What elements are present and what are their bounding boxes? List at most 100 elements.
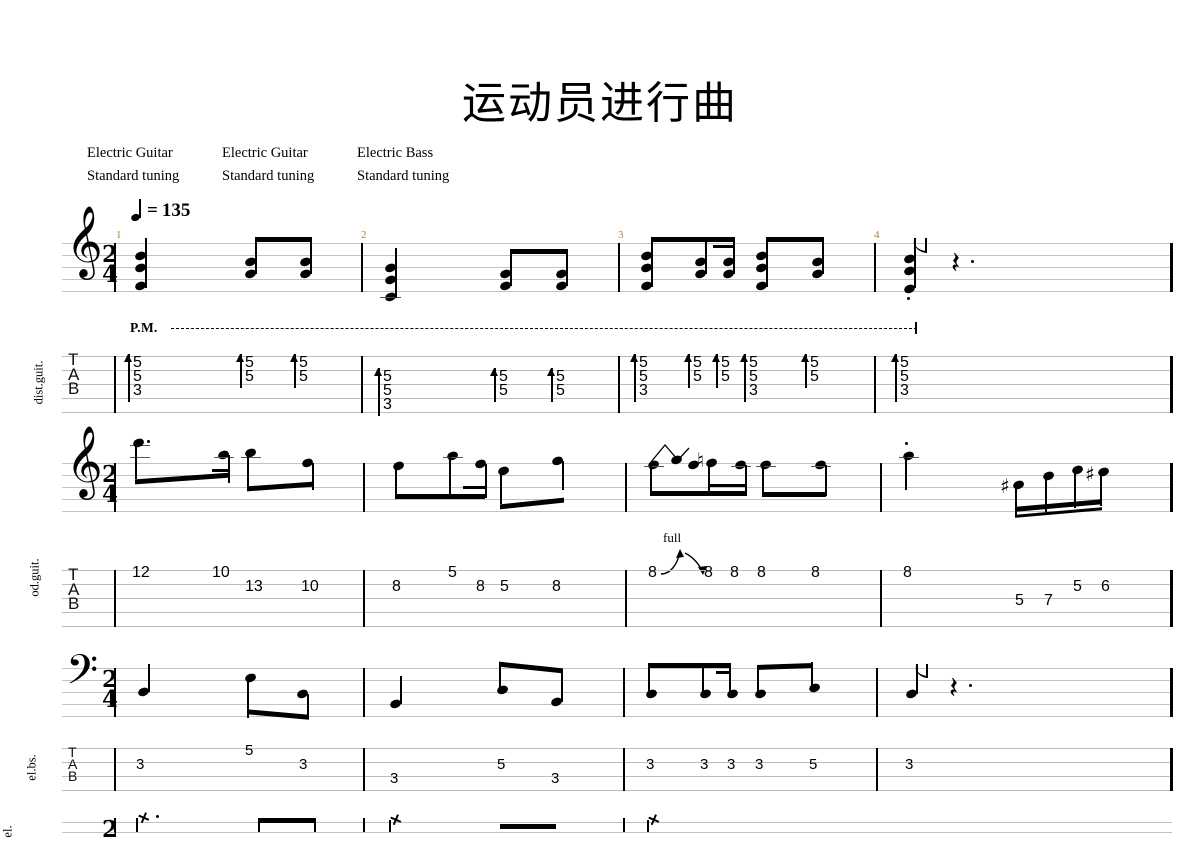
tab-fret-group: 5 5 <box>810 354 819 385</box>
notehead <box>758 459 772 471</box>
tab-fret: 5 <box>500 578 509 595</box>
tab-fret: 3 <box>136 756 145 773</box>
instrument-tuning: Standard tuning <box>87 168 180 184</box>
tab-fret: 10 <box>212 564 230 581</box>
notehead <box>445 450 459 462</box>
upstroke-icon <box>547 368 555 402</box>
tab-fret: 5 <box>448 564 457 581</box>
notehead <box>1070 464 1084 476</box>
tab-fret-group: 5 5 <box>556 368 565 399</box>
sharp-sign: ♯ <box>1085 462 1095 486</box>
tab-fret: 8 <box>757 564 766 581</box>
tab-fret: 8 <box>730 564 739 581</box>
tab-fret: 8 <box>811 564 820 581</box>
tab-fret-group: 5 5 <box>299 354 308 385</box>
tab-fret: 8 <box>648 564 657 581</box>
tab-fret: 5 <box>1015 592 1024 609</box>
notehead <box>698 688 712 700</box>
notehead <box>1041 470 1055 482</box>
tab-fret: 3 <box>551 770 560 787</box>
instrument-block-1: Electric Guitar Standard tuning <box>87 142 179 188</box>
tab-fret: 3 <box>299 756 308 773</box>
palm-mute-end <box>915 322 917 334</box>
instrument-tuning: Standard tuning <box>357 168 450 184</box>
staff-label-dist-guit: dist.guit. <box>31 360 46 405</box>
notehead <box>1011 479 1025 491</box>
upstroke-icon <box>630 354 638 402</box>
tab-fret: 8 <box>552 578 561 595</box>
page-title: 运动员进行曲 <box>462 78 738 129</box>
bend-arrow-icon <box>660 549 707 575</box>
measure-number: 2 <box>361 229 367 241</box>
tab-fret: 5 <box>497 756 506 773</box>
time-signature-2-4: 2 4 <box>101 461 118 508</box>
time-signature-2-4: 2 4 <box>101 241 118 288</box>
measure-number: 3 <box>618 229 624 241</box>
tab-fret: 7 <box>1044 592 1053 609</box>
tempo-equals: = <box>147 200 158 221</box>
upstroke-icon <box>374 368 382 416</box>
palm-mute-line <box>171 328 917 329</box>
tempo-marking: = 135 <box>130 199 190 223</box>
notehead <box>901 450 915 462</box>
palm-mute-label: P.M. <box>130 320 158 335</box>
tab-fret: 6 <box>1101 578 1110 595</box>
instrument-name: Electric Guitar <box>87 145 173 161</box>
tab-fret: 5 <box>1073 578 1082 595</box>
upstroke-icon <box>236 354 244 388</box>
time-signature-2-4: 2 4 <box>101 666 118 713</box>
tab-fret: 3 <box>390 770 399 787</box>
tab-label: T A B <box>68 744 78 784</box>
instrument-name: Electric Guitar <box>222 145 308 161</box>
upstroke-icon <box>124 354 132 402</box>
staff-label-od-guit: od.guit. <box>27 558 42 597</box>
tab-fret-group: 5 5 3 <box>133 354 142 399</box>
instrument-block-3: Electric Bass Standard tuning <box>357 142 449 188</box>
instrument-tuning: Standard tuning <box>222 168 315 184</box>
notehead <box>644 688 658 700</box>
upstroke-icon <box>684 354 692 388</box>
time-signature-2-4: 2 <box>101 816 118 843</box>
tab-fret: 8 <box>903 564 912 581</box>
measure-number: 4 <box>874 229 880 241</box>
tab-fret: 10 <box>301 578 319 595</box>
notehead <box>391 460 405 472</box>
instrument-block-2: Electric Guitar Standard tuning <box>222 142 314 188</box>
notehead <box>725 688 739 700</box>
quarter-note-icon <box>130 199 143 223</box>
tab-fret-group: 5 5 3 <box>900 354 909 399</box>
tab-fret: 3 <box>905 756 914 773</box>
notehead <box>131 437 145 449</box>
tab-fret: 13 <box>245 578 263 595</box>
tab-label: T A B <box>68 565 80 613</box>
upstroke-icon <box>490 368 498 402</box>
quarter-rest: 𝄽 <box>949 671 959 706</box>
tab-fret: 8 <box>704 564 713 581</box>
sharp-sign: ♯ <box>1000 474 1010 498</box>
notehead <box>753 688 767 700</box>
tab-fret: 3 <box>727 756 736 773</box>
tab-fret: 3 <box>646 756 655 773</box>
upstroke-icon <box>891 354 899 402</box>
tab-fret: 5 <box>245 742 254 759</box>
staff-label-el-bs: el.bs. <box>24 754 39 781</box>
natural-sign: ♮ <box>697 448 705 472</box>
tab-fret-group: 5 5 3 <box>383 368 392 413</box>
tab-fret-group: 5 5 <box>721 354 730 385</box>
notehead <box>243 672 257 684</box>
upstroke-icon <box>740 354 748 402</box>
treble-clef-icon: 𝄞 <box>66 424 103 497</box>
tab-fret: 8 <box>392 578 401 595</box>
measure-number: 1 <box>116 229 122 241</box>
instrument-name: Electric Bass <box>357 145 434 161</box>
tab-fret-group: 5 5 3 <box>749 354 758 399</box>
tab-fret-group: 5 5 <box>499 368 508 399</box>
tab-fret: 5 <box>809 756 818 773</box>
tab-fret-group: 5 5 3 <box>639 354 648 399</box>
upstroke-icon <box>290 354 298 388</box>
bend-slur <box>650 443 690 463</box>
tab-fret: 12 <box>132 564 150 581</box>
tab-fret-group: 5 5 <box>245 354 254 385</box>
tab-fret-group: 5 5 <box>693 354 702 385</box>
tab-fret: 3 <box>700 756 709 773</box>
